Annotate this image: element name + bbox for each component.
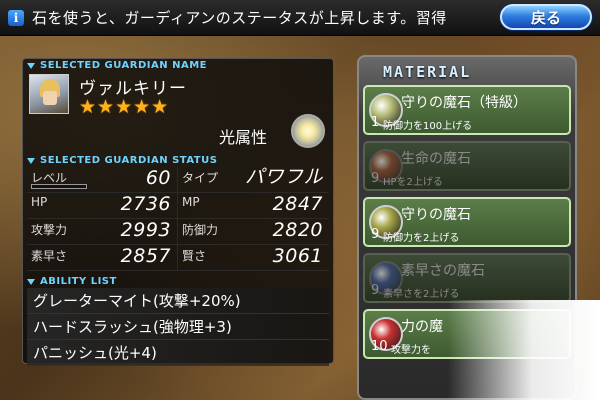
stat-speed: 素早さ 2857	[27, 245, 178, 270]
material-item[interactable]: 生命の魔石 9 HPを2上げる	[363, 141, 571, 191]
stat-type-label: タイプ	[182, 171, 219, 185]
stat-mp-label: MP	[182, 195, 200, 209]
triangle-down-icon	[27, 157, 35, 164]
material-name: 力の魔	[401, 319, 443, 335]
stat-type: タイプ パワフル	[178, 166, 329, 192]
material-item[interactable]: 守りの魔石 9 防御力を2上げる	[363, 197, 571, 247]
rarity-stars: ★★★★★	[79, 96, 170, 118]
back-button[interactable]: 戻る	[500, 4, 592, 30]
material-item[interactable]: 力の魔 10 攻撃力を	[363, 309, 571, 359]
portrait-face	[43, 91, 57, 105]
stat-hp: HP 2736	[27, 193, 178, 218]
stat-speed-value: 2857	[120, 245, 171, 267]
stat-intelligence: 賢さ 3061	[178, 245, 329, 270]
stat-mp-value: 2847	[272, 193, 323, 215]
info-icon: i	[8, 9, 24, 26]
stat-hp-label: HP	[31, 195, 48, 209]
material-name: 素早さの魔石	[401, 263, 485, 279]
stat-speed-label: 素早さ	[31, 249, 68, 263]
guardian-name-header: SELECTED GUARDIAN NAME	[23, 59, 333, 72]
material-item[interactable]: 守りの魔石（特級） 1 防御力を100上げる	[363, 85, 571, 135]
stat-mp: MP 2847	[178, 193, 329, 218]
material-count: 9	[371, 227, 380, 242]
stat-defense-label: 防御力	[182, 223, 219, 237]
material-item[interactable]: 素早さの魔石 9 素早さを2上げる	[363, 253, 571, 303]
stat-attack: 攻撃力 2993	[27, 219, 178, 244]
level-progress-bar	[31, 184, 87, 189]
guardian-status-header-label: SELECTED GUARDIAN STATUS	[40, 155, 218, 166]
stat-defense: 防御力 2820	[178, 219, 329, 244]
material-panel: MATERIAL 守りの魔石（特級） 1 防御力を100上げる 生命の魔石 9 HPを2上…	[357, 55, 577, 400]
ability-list-header-label: ABILITY LIST	[40, 276, 117, 287]
stat-row: 素早さ 2857 賢さ 3061	[27, 245, 329, 271]
material-description: 攻撃力を	[391, 345, 431, 356]
material-description: 防御力を2上げる	[383, 233, 460, 244]
stat-hp-value: 2736	[120, 193, 171, 215]
ability-item[interactable]: グレーターマイト(攻撃+20%)	[27, 288, 329, 314]
ability-list: グレーターマイト(攻撃+20%) ハードスラッシュ(強物理+3) パニッシュ(光…	[23, 288, 333, 366]
material-name: 守りの魔石（特級）	[401, 95, 527, 111]
material-description: 素早さを2上げる	[383, 289, 460, 300]
stat-attack-label: 攻撃力	[31, 223, 68, 237]
stat-intelligence-label: 賢さ	[182, 249, 207, 263]
material-title: MATERIAL	[383, 63, 472, 81]
triangle-down-icon	[27, 62, 35, 69]
triangle-down-icon	[27, 278, 35, 285]
material-count: 10	[371, 339, 388, 354]
ability-item[interactable]: パニッシュ(光+4)	[27, 340, 329, 366]
stat-level-value: 60	[145, 167, 171, 189]
guardian-panel: SELECTED GUARDIAN NAME ヴァルキリー ★★★★★ 光属性 …	[22, 58, 334, 366]
material-description: 防御力を100上げる	[383, 121, 473, 132]
stat-defense-value: 2820	[272, 219, 323, 241]
stat-intelligence-value: 3061	[272, 245, 323, 267]
attribute-label: 光属性	[219, 128, 268, 147]
material-description: HPを2上げる	[383, 177, 443, 188]
ability-item[interactable]: ハードスラッシュ(強物理+3)	[27, 314, 329, 340]
stat-row: HP 2736 MP 2847	[27, 193, 329, 219]
material-count: 1	[371, 115, 380, 130]
material-name: 守りの魔石	[401, 207, 471, 223]
material-name: 生命の魔石	[401, 151, 471, 167]
stat-type-value: パワフル	[244, 166, 323, 188]
light-element-icon	[291, 114, 325, 148]
material-count: 9	[371, 283, 380, 298]
info-text: 石を使うと、ガーディアンのステータスが上昇します。習得	[32, 9, 447, 27]
stats-table: レベル 60 タイプ パワフル HP 2736 MP 2847 攻撃力 2993	[23, 166, 333, 271]
stat-level: レベル 60	[27, 167, 178, 192]
stat-row: レベル 60 タイプ パワフル	[27, 166, 329, 193]
stat-attack-value: 2993	[120, 219, 171, 241]
material-count: 9	[371, 171, 380, 186]
guardian-name-header-label: SELECTED GUARDIAN NAME	[40, 60, 207, 71]
stat-row: 攻撃力 2993 防御力 2820	[27, 219, 329, 245]
ability-list-header: ABILITY LIST	[23, 275, 333, 288]
guardian-name-area: ヴァルキリー ★★★★★ 光属性	[23, 72, 333, 154]
guardian-portrait[interactable]	[29, 74, 69, 114]
